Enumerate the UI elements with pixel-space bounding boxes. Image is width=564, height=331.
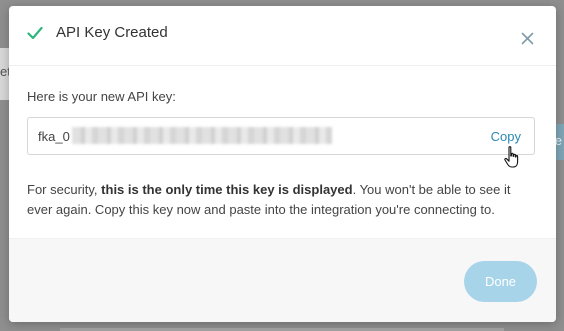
security-note-emphasis: this is the only time this key is displa… [101, 182, 353, 197]
copy-button[interactable]: Copy [491, 129, 521, 144]
modal-footer: Done [9, 238, 556, 322]
check-icon [27, 26, 43, 40]
api-key-field[interactable]: fka_0 Copy [27, 117, 535, 155]
security-note-lead: For security, [27, 182, 102, 197]
done-button[interactable]: Done [464, 261, 537, 302]
modal-header: API Key Created [9, 6, 556, 66]
api-key-value: fka_0 [38, 129, 70, 144]
hand-cursor-icon [504, 146, 519, 168]
close-icon[interactable] [521, 32, 534, 45]
security-note: For security, this is the only time this… [27, 180, 539, 220]
modal-title: API Key Created [56, 24, 168, 41]
modal-body: Here is your new API key: fka_0 Copy For… [9, 66, 556, 238]
api-key-modal: API Key Created Here is your new API key… [9, 6, 556, 322]
api-key-redacted [72, 127, 332, 144]
api-key-label: Here is your new API key: [27, 89, 176, 104]
